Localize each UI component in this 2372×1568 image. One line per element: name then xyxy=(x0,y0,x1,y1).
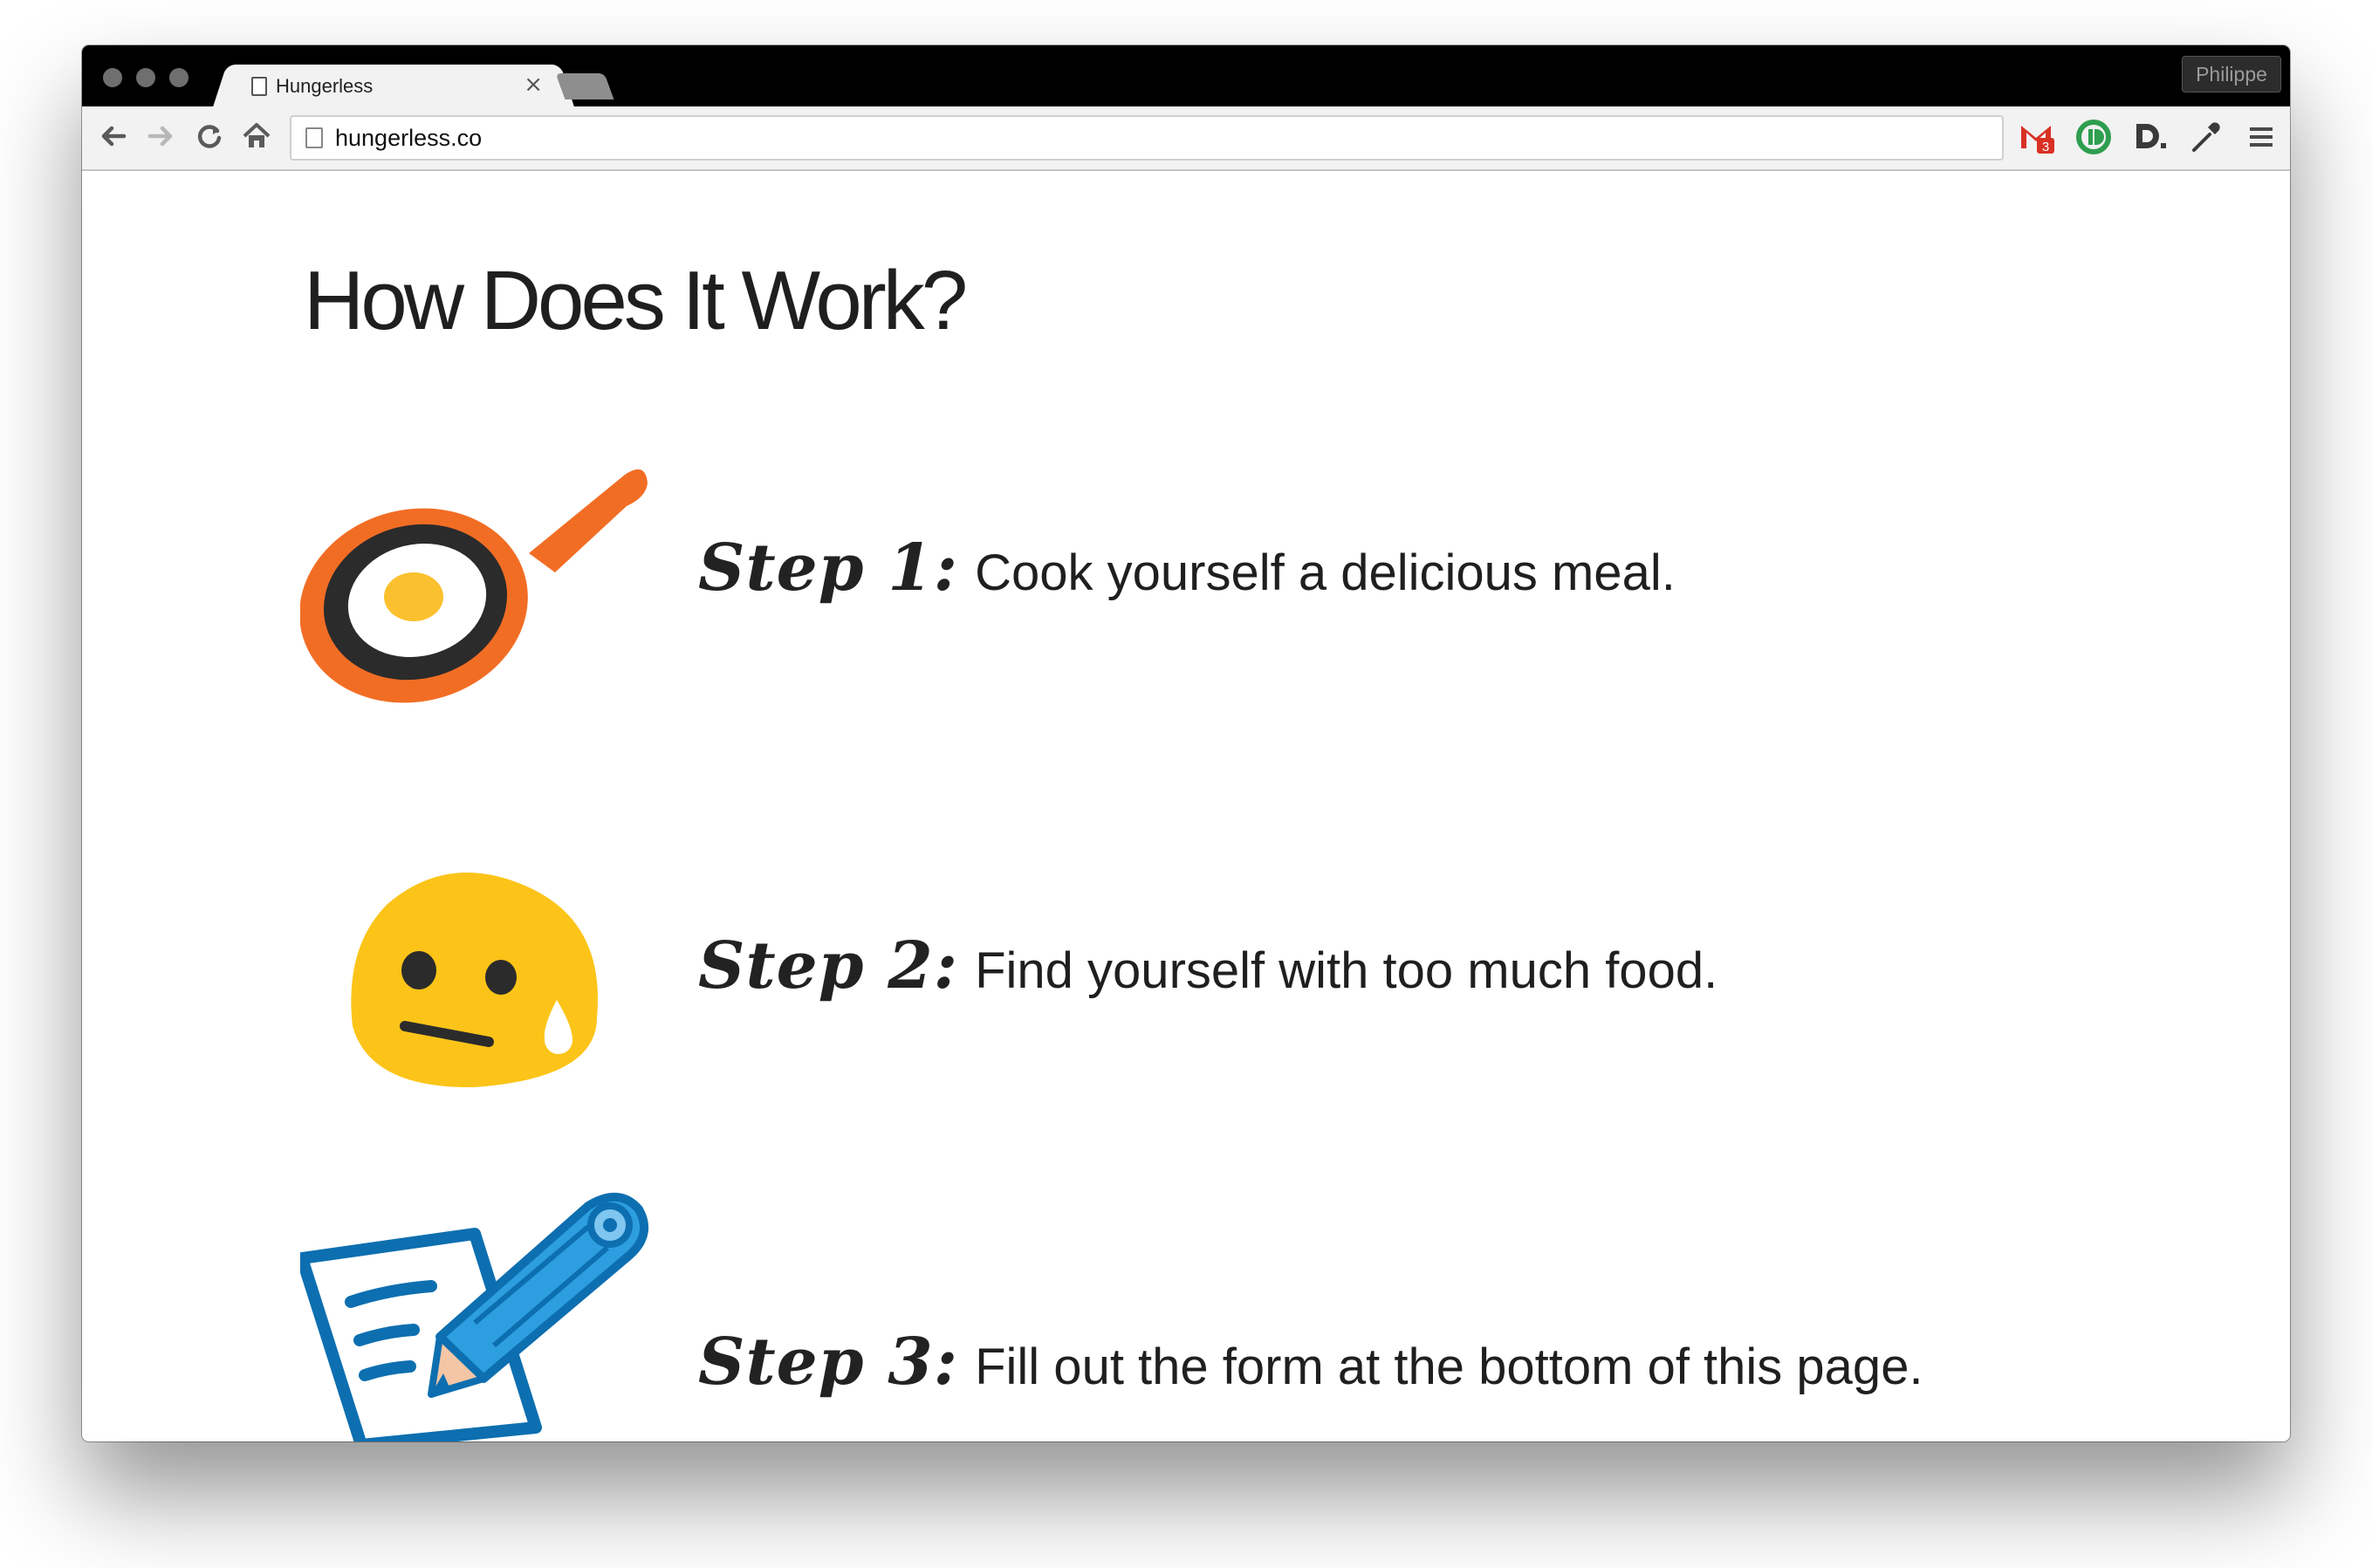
home-icon[interactable] xyxy=(239,119,274,154)
url-text[interactable]: hungerless.co xyxy=(335,125,482,152)
page-content: How Does It Work? Step 1: Cook yourself … xyxy=(82,171,2290,1441)
page-title: How Does It Work? xyxy=(304,254,968,348)
close-window-icon[interactable] xyxy=(103,68,122,87)
address-bar[interactable]: hungerless.co xyxy=(290,115,2004,161)
gmail-extension-icon[interactable]: 3 xyxy=(2018,117,2058,157)
eyedropper-extension-icon[interactable] xyxy=(2185,117,2225,157)
zoom-window-icon[interactable] xyxy=(169,68,189,87)
frying-pan-egg-icon xyxy=(299,459,649,742)
tab-hungerless[interactable]: Hungerless × xyxy=(232,65,555,106)
browser-toolbar: hungerless.co 3 xyxy=(82,106,2290,171)
pencil-paper-icon xyxy=(296,1192,649,1441)
reload-icon[interactable] xyxy=(192,119,227,154)
back-icon[interactable] xyxy=(96,119,131,154)
close-tab-icon[interactable]: × xyxy=(524,72,543,98)
title-bar: Hungerless × Philippe xyxy=(82,45,2290,106)
tab-title: Hungerless xyxy=(276,75,374,97)
menu-icon[interactable] xyxy=(2241,117,2281,157)
d-extension-icon[interactable] xyxy=(2129,117,2170,157)
step-3-row: Step 3: Fill out the form at the bottom … xyxy=(698,1325,1923,1400)
green-extension-icon[interactable] xyxy=(2074,117,2114,157)
step-3-text: Fill out the form at the bottom of this … xyxy=(975,1339,1923,1395)
minimize-window-icon[interactable] xyxy=(136,68,155,87)
page-icon xyxy=(305,127,323,148)
browser-window: Hungerless × Philippe hungerless.co 3 Ho… xyxy=(82,45,2290,1441)
step-3-label: Step 3: xyxy=(698,1325,959,1400)
step-1-label: Step 1: xyxy=(698,531,959,606)
new-tab-button[interactable] xyxy=(555,73,614,99)
worried-face-icon xyxy=(335,860,614,1108)
gmail-badge: 3 xyxy=(2042,140,2049,154)
step-2-label: Step 2: xyxy=(698,928,959,1003)
profile-button[interactable]: Philippe xyxy=(2182,56,2281,92)
forward-icon[interactable] xyxy=(143,119,178,154)
step-2-row: Step 2: Find yourself with too much food… xyxy=(698,928,1717,1003)
step-1-text: Cook yourself a delicious meal. xyxy=(975,544,1676,601)
page-icon xyxy=(251,77,267,96)
step-1-row: Step 1: Cook yourself a delicious meal. xyxy=(698,531,1676,606)
step-2-text: Find yourself with too much food. xyxy=(975,942,1718,999)
